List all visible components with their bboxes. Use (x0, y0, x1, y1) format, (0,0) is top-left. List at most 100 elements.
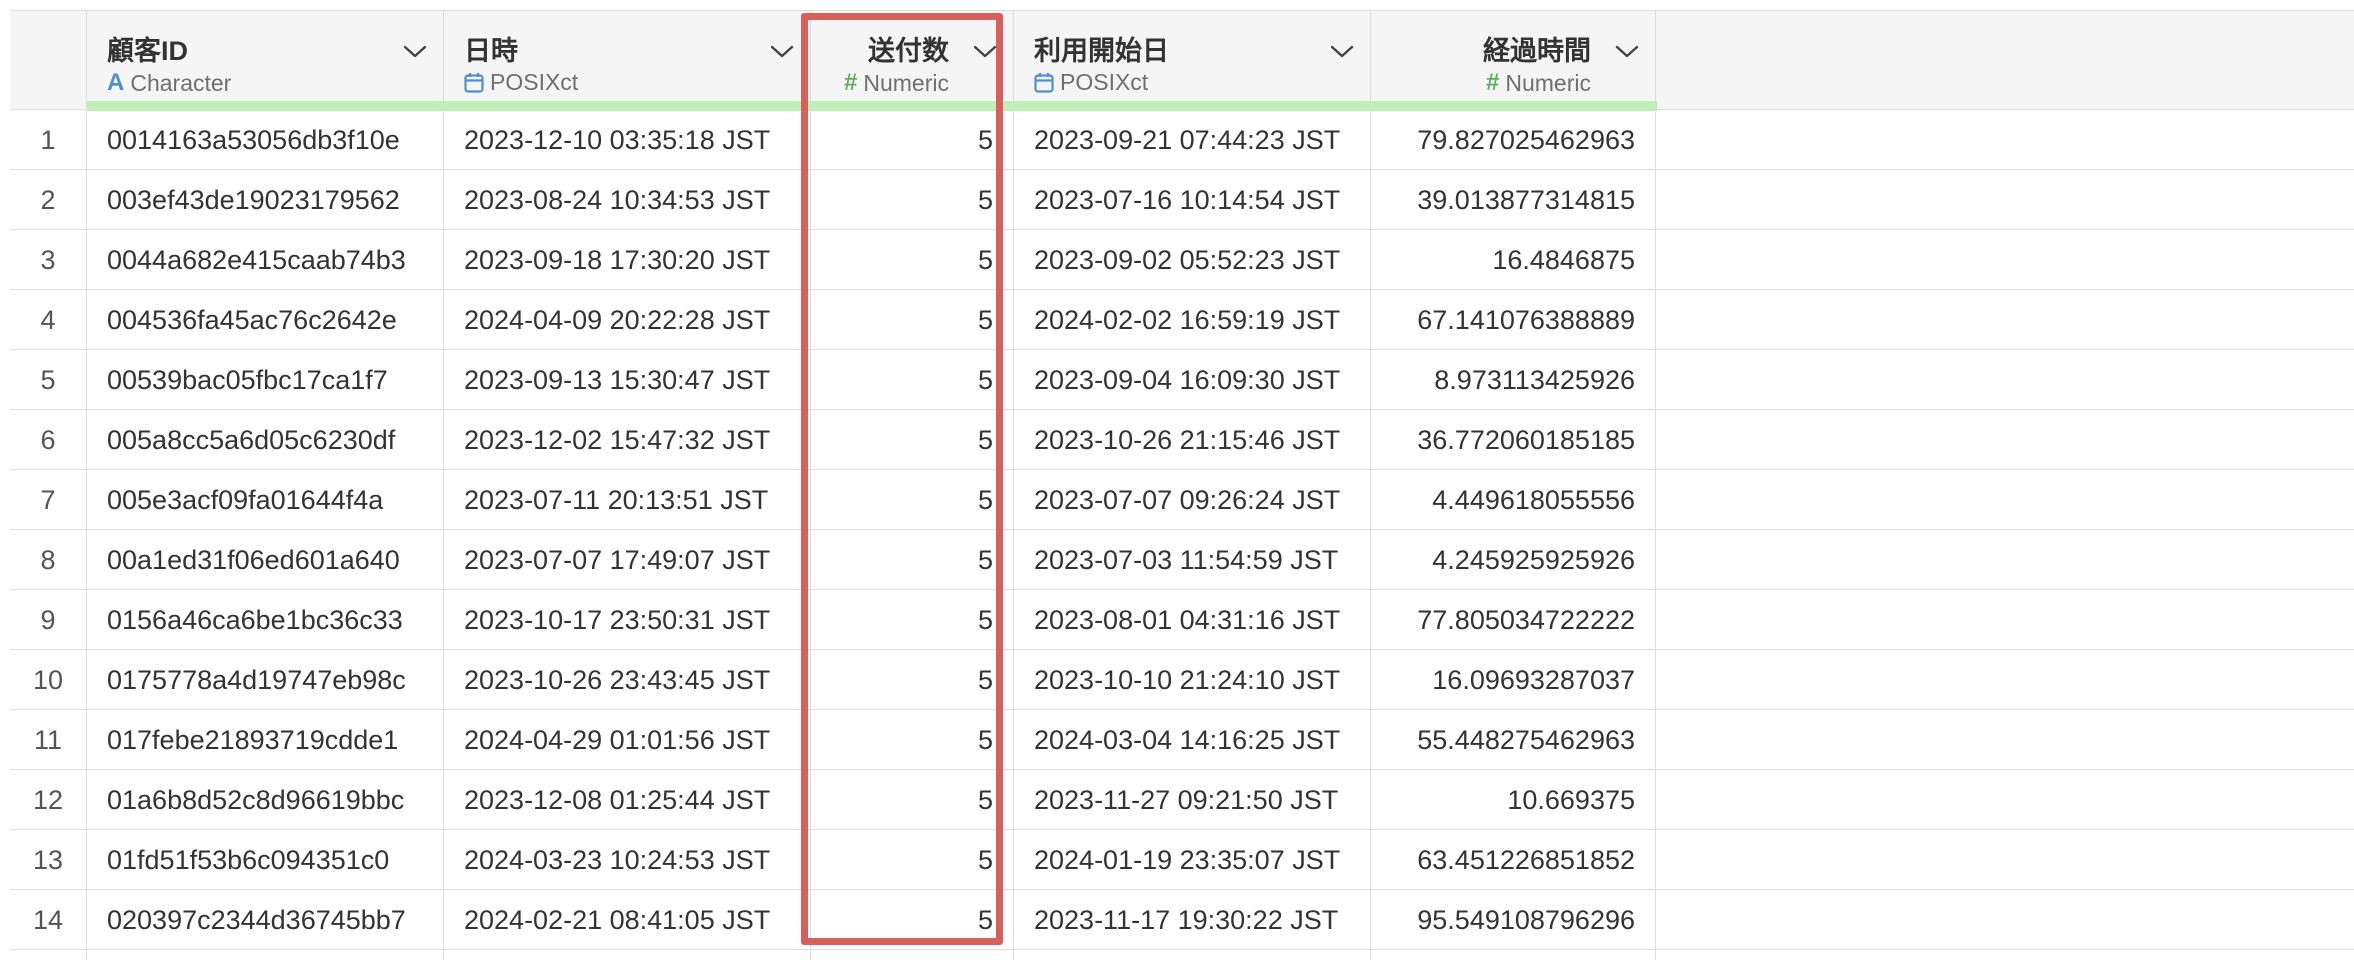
cell-send-count[interactable]: 5 (811, 650, 1014, 710)
cell-send-count[interactable]: 5 (811, 350, 1014, 410)
cell-elapsed[interactable]: 16.09693287037 (1371, 650, 1656, 710)
column-type: POSIXct (1034, 69, 1148, 96)
column-header-customer-id[interactable]: 顧客ID A Character (87, 11, 445, 111)
cell-start-date[interactable]: 2023-07-07 09:26:24 JST (1014, 470, 1371, 530)
chevron-down-icon[interactable] (403, 45, 427, 59)
table-row[interactable]: 12 01a6b8d52c8d96619bbc 2023-12-08 01:25:4… (10, 770, 2354, 830)
cell-elapsed[interactable]: 10.669375 (1371, 770, 1656, 830)
cell-datetime[interactable]: 2024-04-29 01:01:56 JST (444, 710, 811, 770)
cell-start-date[interactable]: 2023-10-10 21:24:10 JST (1014, 650, 1371, 710)
cell-start-date[interactable]: 2023-07-16 10:14:54 JST (1014, 170, 1371, 230)
cell-elapsed[interactable]: 55.448275462963 (1371, 710, 1656, 770)
character-type-icon: A (107, 69, 125, 96)
cell-datetime[interactable]: 2023-10-17 23:50:31 JST (444, 590, 811, 650)
cell-elapsed[interactable]: 63.451226851852 (1371, 830, 1656, 890)
table-row[interactable]: 3 0044a682e415caab74b3 2023-09-18 17:30:20… (10, 230, 2354, 290)
cell-customer-id[interactable]: 0156a46ca6be1bc36c33 (87, 590, 444, 650)
cell-start-date[interactable]: 2023-11-17 19:30:22 JST (1014, 890, 1371, 950)
chevron-down-icon[interactable] (973, 45, 997, 59)
column-header-elapsed[interactable]: 経過時間 # Numeric (1371, 11, 1657, 111)
table-row[interactable]: 1 0014163a53056db3f10e 2023-12-10 03:35:18… (10, 110, 2354, 170)
cell-customer-id[interactable]: 003ef43de19023179562 (87, 170, 444, 230)
cell-send-count[interactable]: 5 (811, 170, 1014, 230)
cell-elapsed[interactable]: 39.013877314815 (1371, 170, 1656, 230)
column-separator (1369, 950, 1371, 960)
table-row[interactable]: 2 003ef43de19023179562 2023-08-24 10:34:53… (10, 170, 2354, 230)
cell-send-count[interactable]: 5 (811, 110, 1014, 170)
cell-start-date[interactable]: 2024-02-02 16:59:19 JST (1014, 290, 1371, 350)
column-header-send-count[interactable]: 送付数 # Numeric (811, 11, 1015, 111)
cell-datetime[interactable]: 2023-07-11 20:13:51 JST (444, 470, 811, 530)
cell-elapsed[interactable]: 8.973113425926 (1371, 350, 1656, 410)
cell-start-date[interactable]: 2023-08-01 04:31:16 JST (1014, 590, 1371, 650)
cell-datetime[interactable]: 2023-12-02 15:47:32 JST (444, 410, 811, 470)
cell-customer-id[interactable]: 020397c2344d36745bb7 (87, 890, 444, 950)
cell-datetime[interactable]: 2023-09-18 17:30:20 JST (444, 230, 811, 290)
cell-datetime[interactable]: 2023-09-13 15:30:47 JST (444, 350, 811, 410)
cell-send-count[interactable]: 5 (811, 590, 1014, 650)
cell-start-date[interactable]: 2024-03-04 14:16:25 JST (1014, 710, 1371, 770)
table-row[interactable]: 4 004536fa45ac76c2642e 2024-04-09 20:22:28… (10, 290, 2354, 350)
column-separator (1654, 950, 1656, 960)
cell-datetime[interactable]: 2023-08-24 10:34:53 JST (444, 170, 811, 230)
chevron-down-icon[interactable] (1615, 45, 1639, 59)
cell-send-count[interactable]: 5 (811, 410, 1014, 470)
cell-customer-id[interactable]: 00a1ed31f06ed601a640 (87, 530, 444, 590)
cell-elapsed[interactable]: 16.4846875 (1371, 230, 1656, 290)
cell-datetime[interactable]: 2023-12-08 01:25:44 JST (444, 770, 811, 830)
table-row[interactable]: 8 00a1ed31f06ed601a640 2023-07-07 17:49:07… (10, 530, 2354, 590)
cell-datetime[interactable]: 2024-03-23 10:24:53 JST (444, 830, 811, 890)
cell-datetime[interactable]: 2023-07-07 17:49:07 JST (444, 530, 811, 590)
table-row[interactable]: 7 005e3acf09fa01644f4a 2023-07-11 20:13:51… (10, 470, 2354, 530)
cell-customer-id[interactable]: 01fd51f53b6c094351c0 (87, 830, 444, 890)
cell-send-count[interactable]: 5 (811, 470, 1014, 530)
cell-datetime[interactable]: 2023-10-26 23:43:45 JST (444, 650, 811, 710)
cell-customer-id[interactable]: 017febe21893719cdde1 (87, 710, 444, 770)
cell-customer-id[interactable]: 0175778a4d19747eb98c (87, 650, 444, 710)
cell-elapsed[interactable]: 4.449618055556 (1371, 470, 1656, 530)
cell-elapsed[interactable]: 67.141076388889 (1371, 290, 1656, 350)
cell-elapsed[interactable]: 79.827025462963 (1371, 110, 1656, 170)
table-row[interactable]: 14 020397c2344d36745bb7 2024-02-21 08:41:0… (10, 890, 2354, 950)
cell-elapsed[interactable]: 95.549108796296 (1371, 890, 1656, 950)
cell-start-date[interactable]: 2023-09-02 05:52:23 JST (1014, 230, 1371, 290)
cell-customer-id[interactable]: 01a6b8d52c8d96619bbc (87, 770, 444, 830)
cell-send-count[interactable]: 5 (811, 890, 1014, 950)
cell-elapsed[interactable]: 4.245925925926 (1371, 530, 1656, 590)
cell-send-count[interactable]: 5 (811, 230, 1014, 290)
cell-customer-id[interactable]: 00539bac05fbc17ca1f7 (87, 350, 444, 410)
cell-customer-id[interactable]: 0014163a53056db3f10e (87, 110, 444, 170)
chevron-down-icon[interactable] (1330, 45, 1354, 59)
table-row[interactable]: 6 005a8cc5a6d05c6230df 2023-12-02 15:47:32… (10, 410, 2354, 470)
cell-customer-id[interactable]: 0044a682e415caab74b3 (87, 230, 444, 290)
cell-elapsed[interactable]: 77.805034722222 (1371, 590, 1656, 650)
cell-datetime[interactable]: 2024-02-21 08:41:05 JST (444, 890, 811, 950)
cell-customer-id[interactable]: 005e3acf09fa01644f4a (87, 470, 444, 530)
column-header-datetime[interactable]: 日時 POSIXct (444, 11, 812, 111)
cell-send-count[interactable]: 5 (811, 530, 1014, 590)
cell-send-count[interactable]: 5 (811, 770, 1014, 830)
cell-customer-id[interactable]: 004536fa45ac76c2642e (87, 290, 444, 350)
table-row[interactable]: 9 0156a46ca6be1bc36c33 2023-10-17 23:50:31… (10, 590, 2354, 650)
table-row[interactable]: 11 017febe21893719cdde1 2024-04-29 01:01:5… (10, 710, 2354, 770)
cell-datetime[interactable]: 2024-04-09 20:22:28 JST (444, 290, 811, 350)
cell-send-count[interactable]: 5 (811, 290, 1014, 350)
cell-customer-id[interactable]: 005a8cc5a6d05c6230df (87, 410, 444, 470)
cell-start-date[interactable]: 2023-10-26 21:15:46 JST (1014, 410, 1371, 470)
cell-start-date[interactable]: 2023-11-27 09:21:50 JST (1014, 770, 1371, 830)
cell-send-count[interactable]: 5 (811, 710, 1014, 770)
cell-elapsed[interactable]: 36.772060185185 (1371, 410, 1656, 470)
cell-start-date[interactable]: 2023-07-03 11:54:59 JST (1014, 530, 1371, 590)
table-row[interactable]: 5 00539bac05fbc17ca1f7 2023-09-13 15:30:47… (10, 350, 2354, 410)
column-separator (809, 950, 811, 960)
cell-start-date[interactable]: 2023-09-21 07:44:23 JST (1014, 110, 1371, 170)
chevron-down-icon[interactable] (770, 45, 794, 59)
table-row[interactable]: 10 0175778a4d19747eb98c 2023-10-26 23:43:4… (10, 650, 2354, 710)
column-header-start-date[interactable]: 利用開始日 POSIXct (1014, 11, 1372, 111)
table-row[interactable]: 13 01fd51f53b6c094351c0 2024-03-23 10:24:5… (10, 830, 2354, 890)
cell-start-date[interactable]: 2023-09-04 16:09:30 JST (1014, 350, 1371, 410)
cell-datetime[interactable]: 2023-12-10 03:35:18 JST (444, 110, 811, 170)
row-filler (1656, 350, 2354, 410)
cell-start-date[interactable]: 2024-01-19 23:35:07 JST (1014, 830, 1371, 890)
cell-send-count[interactable]: 5 (811, 830, 1014, 890)
